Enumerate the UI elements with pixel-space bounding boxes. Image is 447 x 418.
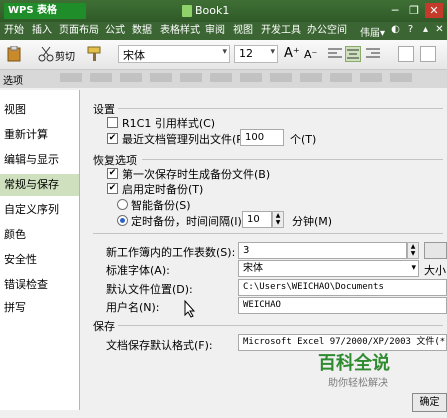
timed-backup-checkbox[interactable]: ✔ <box>107 183 118 194</box>
menu-page-layout[interactable]: 页面布局 <box>59 24 99 38</box>
first-backup-checkbox[interactable]: ✔ <box>107 168 118 179</box>
sidebar-item-error-check[interactable]: 错误检查 <box>0 274 79 296</box>
minimize-button[interactable]: ─ <box>386 3 404 18</box>
timed-interval-label: 定时备份，时间间隔(I): <box>131 215 246 228</box>
divider <box>118 108 443 109</box>
app-menu-button[interactable]: WPS 表格 <box>4 3 86 19</box>
watermark-title: 百科全说 <box>318 353 390 374</box>
menu-review[interactable]: 审阅 <box>205 24 225 38</box>
sidebar-item-security[interactable]: 安全性 <box>0 249 79 271</box>
align-center-icon[interactable] <box>345 46 361 62</box>
wrap-text-icon[interactable] <box>420 46 436 62</box>
sidebar-item-spelling[interactable]: 拼写 <box>0 297 79 319</box>
interval-unit: 分钟(M) <box>292 215 333 228</box>
menu-table-style[interactable]: 表格样式 <box>160 24 200 38</box>
document-icon <box>182 5 192 17</box>
close-doc-icon[interactable]: ✕ <box>434 24 445 36</box>
dialog-title: 选项 <box>3 76 23 87</box>
watermark-subtitle: 助你轻松解决 <box>328 378 388 389</box>
menu-data[interactable]: 数据 <box>132 24 152 38</box>
user-menu[interactable]: 伟届▾ <box>360 24 385 39</box>
help-icon[interactable]: ? <box>405 24 416 36</box>
sidebar-item-general-save[interactable]: 常规与保存 <box>0 174 79 196</box>
sheet-count-input[interactable]: 3 <box>238 242 407 259</box>
recent-files-unit: 个(T) <box>290 133 317 146</box>
chevron-down-icon: ▾ <box>411 263 416 273</box>
recent-files-count-input[interactable]: 100 <box>240 129 284 146</box>
skin-icon[interactable]: ◐ <box>390 24 401 36</box>
font-name-combo[interactable]: 宋体 ▾ <box>118 45 230 63</box>
paste-icon[interactable] <box>6 45 22 62</box>
default-location-input[interactable]: C:\Users\WEICHAO\Documents <box>238 279 447 296</box>
restore-button[interactable]: ❐ <box>405 3 423 18</box>
divider <box>142 159 443 160</box>
mouse-cursor-icon <box>184 299 196 321</box>
blurred-region <box>60 73 420 82</box>
standard-font-value: 宋体 <box>243 263 263 274</box>
r1c1-checkbox[interactable] <box>107 117 118 128</box>
format-painter-icon[interactable] <box>86 46 102 62</box>
cut-label[interactable]: 剪切 <box>55 48 75 63</box>
grow-font-button[interactable]: A⁺ <box>284 46 300 61</box>
chevron-down-icon: ▾ <box>222 47 227 57</box>
default-location-label: 默认文件位置(D): <box>106 283 193 296</box>
menu-developer[interactable]: 开发工具 <box>261 24 301 38</box>
first-backup-label: 第一次保存时生成备份文件(B) <box>122 168 271 181</box>
timed-backup-label: 启用定时备份(T) <box>122 183 204 196</box>
smart-backup-radio[interactable] <box>117 199 128 210</box>
standard-font-label: 标准字体(A): <box>106 264 170 277</box>
smart-backup-label: 智能备份(S) <box>131 199 191 212</box>
align-right-icon[interactable] <box>365 46 381 62</box>
chevron-down-icon: ▾ <box>270 47 275 57</box>
menu-insert[interactable]: 插入 <box>32 24 52 38</box>
username-label: 用户名(N): <box>106 301 160 314</box>
recent-files-checkbox[interactable]: ✔ <box>107 133 118 144</box>
menu-home[interactable]: 开始 <box>4 24 24 38</box>
sheet-count-stepper[interactable]: ▲ ▼ <box>407 242 419 259</box>
ok-button[interactable]: 确定 <box>412 393 447 412</box>
divider <box>118 325 443 326</box>
font-name-value: 宋体 <box>123 49 145 62</box>
shrink-font-button[interactable]: A⁻ <box>304 48 317 61</box>
font-size-label: 大小 <box>424 264 446 277</box>
sidebar-item-view[interactable]: 视图 <box>0 99 79 121</box>
cut-icon[interactable] <box>38 46 54 62</box>
menu-formulas[interactable]: 公式 <box>105 24 125 38</box>
standard-font-select[interactable]: 宋体 ▾ <box>238 260 419 277</box>
recent-files-label: 最近文档管理列出文件(R): <box>122 133 252 146</box>
timed-interval-radio[interactable] <box>117 215 128 226</box>
save-format-label: 文档保存默认格式(F): <box>106 339 213 352</box>
font-size-combo[interactable]: 12 ▾ <box>234 45 278 63</box>
sheet-count-label: 新工作簿内的工作表数(S): <box>106 246 236 259</box>
sidebar-item-custom-lists[interactable]: 自定义序列 <box>0 199 79 221</box>
interval-input[interactable]: 10 <box>242 211 272 228</box>
merge-cells-icon[interactable] <box>398 46 414 62</box>
align-left-icon[interactable] <box>327 46 343 62</box>
sidebar-item-recalc[interactable]: 重新计算 <box>0 124 79 146</box>
save-group-label: 保存 <box>93 320 115 333</box>
settings-group-label: 设置 <box>93 103 115 116</box>
document-title: Book1 <box>195 4 230 17</box>
username-input[interactable]: WEICHAO <box>238 297 447 314</box>
close-button[interactable]: ✕ <box>425 3 443 18</box>
menu-view[interactable]: 视图 <box>233 24 253 38</box>
r1c1-label: R1C1 引用样式(C) <box>122 117 216 130</box>
font-size-value: 12 <box>239 47 253 60</box>
sidebar-item-edit-display[interactable]: 编辑与显示 <box>0 149 79 171</box>
interval-stepper[interactable]: ▲ ▼ <box>272 211 284 228</box>
sidebar-item-color[interactable]: 颜色 <box>0 224 79 246</box>
sheet-count-extra-button[interactable] <box>424 242 447 259</box>
divider <box>93 233 443 234</box>
menu-office-space[interactable]: 办公空间 <box>307 24 347 38</box>
minimize-ribbon-icon[interactable]: ▴ <box>420 24 431 36</box>
